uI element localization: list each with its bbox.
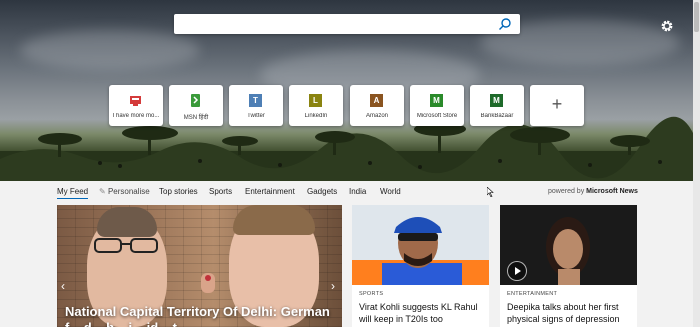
card-headline[interactable]: Deepika talks about her first physical s… [507, 301, 635, 325]
carousel-next-icon[interactable]: › [331, 279, 335, 293]
search-box[interactable] [174, 14, 520, 34]
tab-gadgets[interactable]: Gadgets [307, 187, 337, 196]
plus-icon: + [551, 94, 563, 114]
card-headline[interactable]: Virat Kohli suggests KL Rahul will keep … [359, 301, 487, 325]
tv-icon [130, 96, 141, 106]
tab-my-feed[interactable]: My Feed [57, 187, 89, 199]
powered-by: powered by Microsoft News [548, 188, 638, 195]
main-news-card[interactable]: ‹ › National Capital Territory Of Delhi:… [57, 205, 342, 327]
card-category: SPORTS [359, 291, 384, 297]
tab-entertainment[interactable]: Entertainment [245, 187, 295, 196]
amazon-icon: A [370, 94, 383, 107]
quick-link-label: Amazon [365, 113, 388, 119]
search-icon[interactable] [498, 17, 512, 31]
news-card-sports[interactable]: SPORTS Virat Kohli suggests KL Rahul wil… [352, 205, 489, 327]
play-button[interactable] [507, 261, 527, 281]
quick-link-label: Microsoft Store [416, 113, 458, 119]
mouse-cursor-icon [487, 187, 494, 197]
hair [97, 207, 157, 237]
bankbazaar-icon: M [490, 94, 503, 107]
twitter-icon: T [249, 94, 262, 107]
play-icon [515, 267, 521, 275]
carousel-prev-icon[interactable]: ‹ [61, 279, 65, 293]
quick-link-label: MSN हिंदी [183, 115, 209, 121]
msn-icon [191, 94, 200, 107]
cricketer-image [352, 205, 489, 285]
quick-link-tile[interactable]: T Twitter [229, 85, 283, 126]
hair [233, 205, 315, 235]
scrollbar[interactable] [693, 0, 700, 327]
quick-link-label: I have more mo... [112, 113, 160, 119]
quick-link-tile[interactable]: I have more mo... [109, 85, 163, 126]
quick-link-label: Twitter [247, 113, 265, 119]
main-headline[interactable]: National Capital Territory Of Delhi: Ger… [65, 304, 335, 327]
add-quick-link-button[interactable]: + [530, 85, 584, 126]
pencil-icon: ✎ [99, 187, 108, 196]
quick-link-tile[interactable]: M Microsoft Store [410, 85, 464, 126]
tab-sports[interactable]: Sports [209, 187, 232, 196]
quick-link-label: LinkedIn [304, 113, 328, 119]
quick-link-tile[interactable]: A Amazon [350, 85, 404, 126]
search-input[interactable] [180, 16, 494, 34]
quick-link-tile[interactable]: L LinkedIn [289, 85, 343, 126]
quick-link-tile[interactable]: M BankBazaar [470, 85, 524, 126]
quick-link-label: BankBazaar [480, 113, 514, 119]
tab-world[interactable]: World [380, 187, 401, 196]
tab-top-stories[interactable]: Top stories [159, 187, 198, 196]
quick-link-tile[interactable]: MSN हिंदी [169, 85, 223, 126]
tab-india[interactable]: India [349, 187, 366, 196]
red-item [205, 275, 211, 281]
card-category: ENTERTAINMENT [507, 291, 558, 297]
tab-personalise[interactable]: ✎ Personalise [99, 187, 150, 196]
gear-icon[interactable] [659, 18, 675, 34]
microsoft-store-icon: M [430, 94, 443, 107]
scrollbar-thumb[interactable] [694, 2, 699, 32]
news-card-entertainment[interactable]: ENTERTAINMENT Deepika talks about her fi… [500, 205, 637, 327]
linkedin-icon: L [309, 94, 322, 107]
glasses-icon [94, 238, 158, 253]
